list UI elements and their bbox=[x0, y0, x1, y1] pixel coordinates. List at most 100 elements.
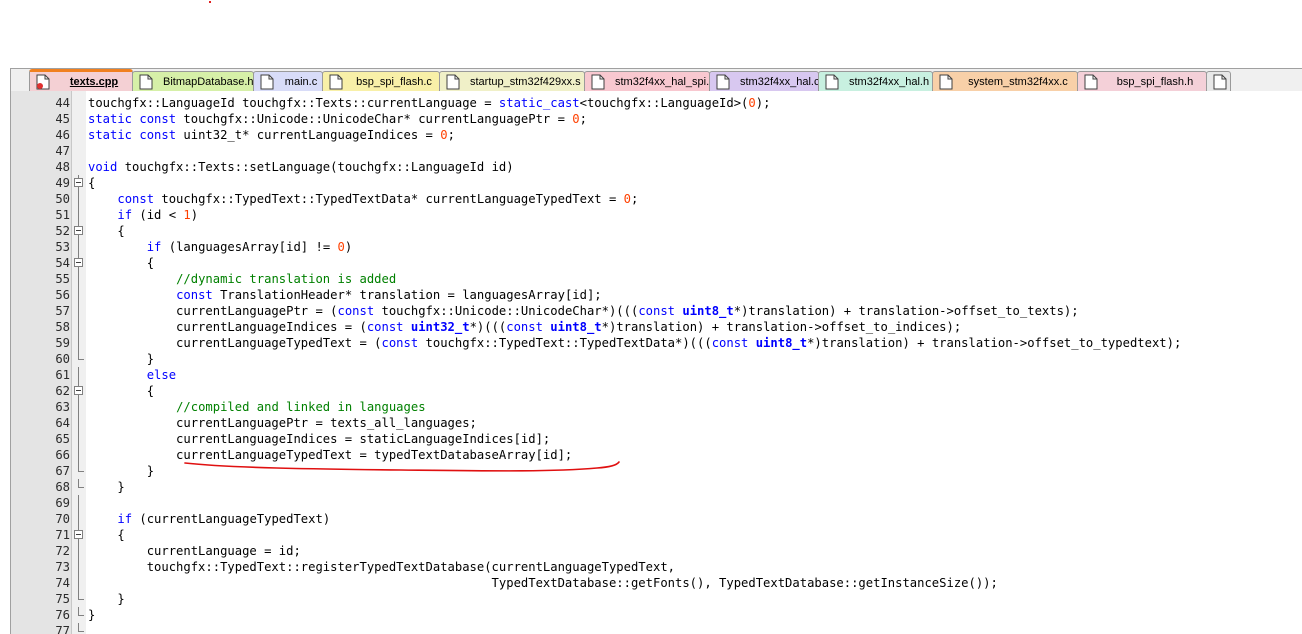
code-text: currentLanguagePtr = (const touchgfx::Un… bbox=[88, 304, 1079, 318]
c-file-icon bbox=[260, 74, 278, 90]
code-line: 53 if (languagesArray[id] != 0) bbox=[11, 239, 1302, 255]
tab-stm32f4xx-hal-spi-c[interactable]: stm32f4xx_hal_spi.c bbox=[584, 71, 710, 91]
tab-label: stm32f4xx_hal_spi.c bbox=[615, 75, 710, 88]
code-text: static const touchgfx::Unicode::UnicodeC… bbox=[88, 112, 587, 126]
line-number: 69 bbox=[55, 496, 70, 510]
code-text: if (currentLanguageTypedText) bbox=[117, 512, 331, 526]
line-number: 57 bbox=[55, 304, 70, 318]
code-text: currentLanguagePtr = texts_all_languages… bbox=[88, 416, 477, 430]
line-number: 63 bbox=[55, 400, 70, 414]
tab-label: main.c bbox=[284, 75, 318, 88]
tab-overflow[interactable] bbox=[1206, 71, 1231, 91]
code-line: 76} bbox=[11, 607, 1302, 623]
code-line: 55 //dynamic translation is added bbox=[11, 271, 1302, 287]
code-line: 46 static const uint32_t* currentLanguage… bbox=[11, 127, 1302, 143]
code-text: if (id < 1) bbox=[117, 208, 199, 222]
tab-stm32f4xx-hal-c[interactable]: stm32f4xx_hal.c bbox=[709, 71, 819, 91]
header-file-icon bbox=[1084, 74, 1102, 90]
line-number: 52 bbox=[55, 224, 70, 238]
code-line: 72 currentLanguage = id; bbox=[11, 543, 1302, 559]
code-text: currentLanguageIndices = staticLanguageI… bbox=[88, 432, 551, 446]
tab-label: bsp_spi_flash.h bbox=[1116, 75, 1194, 88]
code-line: 57 currentLanguagePtr = (const touchgfx:… bbox=[11, 303, 1302, 319]
tab-label: texts.cpp bbox=[69, 76, 119, 88]
c-file-icon bbox=[716, 74, 734, 90]
code-text: //compiled and linked in languages bbox=[176, 400, 426, 414]
fold-toggle-icon[interactable] bbox=[74, 178, 83, 187]
code-line: 73 touchgfx::TypedText::registerTypedTex… bbox=[11, 559, 1302, 575]
line-number: 56 bbox=[55, 288, 70, 302]
code-line: 77 bbox=[11, 623, 1302, 634]
code-line: 75 } bbox=[11, 591, 1302, 607]
code-text: if (languagesArray[id] != 0) bbox=[146, 240, 353, 254]
line-number: 45 bbox=[55, 112, 70, 126]
code-text: TypedTextDatabase::getFonts(), TypedText… bbox=[88, 576, 998, 590]
fold-toggle-icon[interactable] bbox=[74, 386, 83, 395]
code-text: { bbox=[88, 384, 155, 398]
code-text: currentLanguageIndices = (const uint32_t… bbox=[88, 320, 962, 334]
code-line: 66 currentLanguageTypedText = typedTextD… bbox=[11, 447, 1302, 463]
line-number: 46 bbox=[55, 128, 70, 142]
tab-bsp-spi-flash-h[interactable]: bsp_spi_flash.h bbox=[1077, 71, 1207, 91]
tab-bitmapdatabase-hpp[interactable]: BitmapDatabase.hpp bbox=[132, 71, 254, 91]
code-text: } bbox=[88, 592, 125, 606]
header-file-icon bbox=[825, 74, 843, 90]
c-file-icon bbox=[1213, 74, 1230, 90]
code-text: { bbox=[88, 224, 125, 238]
line-number: 68 bbox=[55, 480, 70, 494]
line-number: 60 bbox=[55, 352, 70, 366]
code-line: 49 { bbox=[11, 175, 1302, 191]
code-text: touchgfx::TypedText::registerTypedTextDa… bbox=[88, 560, 675, 574]
tab-bsp-spi-flash-c[interactable]: bsp_spi_flash.c bbox=[322, 71, 440, 91]
line-number: 55 bbox=[55, 272, 70, 286]
cpp-file-icon bbox=[36, 74, 54, 90]
tab-main-c[interactable]: main.c bbox=[253, 71, 323, 91]
c-file-icon bbox=[329, 74, 347, 90]
line-number: 77 bbox=[55, 624, 70, 634]
line-number: 71 bbox=[55, 528, 70, 542]
fold-toggle-icon[interactable] bbox=[74, 226, 83, 235]
code-line: 48 void touchgfx::Texts::setLanguage(touc… bbox=[11, 159, 1302, 175]
tab-system-stm32f4xx-c[interactable]: system_stm32f4xx.c bbox=[932, 71, 1078, 91]
line-number: 75 bbox=[55, 592, 70, 606]
tab-label: system_stm32f4xx.c bbox=[968, 75, 1068, 88]
tab-stm32f4xx-hal-h[interactable]: stm32f4xx_hal.h bbox=[818, 71, 933, 91]
code-line: 56 const TranslationHeader* translation … bbox=[11, 287, 1302, 303]
code-text: } bbox=[88, 352, 155, 366]
code-line: 70 if (currentLanguageTypedText) bbox=[11, 511, 1302, 527]
line-number: 54 bbox=[55, 256, 70, 270]
fold-toggle-icon[interactable] bbox=[74, 258, 83, 267]
tab-label: stm32f4xx_hal.h bbox=[849, 75, 930, 88]
code-text: void touchgfx::Texts::setLanguage(touchg… bbox=[88, 160, 514, 174]
code-line: 47 bbox=[11, 143, 1302, 159]
code-text: currentLanguage = id; bbox=[88, 544, 301, 558]
code-line: 59 currentLanguageTypedText = (const tou… bbox=[11, 335, 1302, 351]
file-tab-bar: texts.cpp BitmapDatabase.hpp main.c bsp_spi… bbox=[10, 68, 1302, 92]
code-line: 69 bbox=[11, 495, 1302, 511]
code-line: 63 //compiled and linked in languages bbox=[11, 399, 1302, 415]
line-number: 50 bbox=[55, 192, 70, 206]
code-text: else bbox=[146, 368, 177, 382]
code-line: 44 touchgfx::LanguageId touchgfx::Texts::… bbox=[11, 95, 1302, 111]
code-text: { bbox=[88, 528, 125, 542]
code-line: 45 static const touchgfx::Unicode::Unicod… bbox=[11, 111, 1302, 127]
line-number: 53 bbox=[55, 240, 70, 254]
fold-toggle-icon[interactable] bbox=[74, 530, 83, 539]
line-number: 59 bbox=[55, 336, 70, 350]
code-text: { bbox=[88, 256, 155, 270]
code-text: } bbox=[88, 464, 155, 478]
tab-label: startup_stm32f429xx.s bbox=[470, 75, 581, 88]
tab-texts-cpp[interactable]: texts.cpp bbox=[29, 69, 133, 92]
code-text: currentLanguageTypedText = (const touchg… bbox=[88, 336, 1182, 350]
stray-mark bbox=[209, 1, 211, 3]
code-line: 62 { bbox=[11, 383, 1302, 399]
code-text: } bbox=[88, 480, 125, 494]
c-file-icon bbox=[939, 74, 957, 90]
code-line: 71 { bbox=[11, 527, 1302, 543]
line-number: 48 bbox=[55, 160, 70, 174]
code-text: } bbox=[88, 608, 96, 622]
code-line: 54 { bbox=[11, 255, 1302, 271]
tab-startup-stm32f429xx-s[interactable]: startup_stm32f429xx.s bbox=[439, 71, 585, 91]
code-editor[interactable]: 44 touchgfx::LanguageId touchgfx::Texts::… bbox=[10, 91, 1302, 634]
code-line: 74 TypedTextDatabase::getFonts(), TypedT… bbox=[11, 575, 1302, 591]
